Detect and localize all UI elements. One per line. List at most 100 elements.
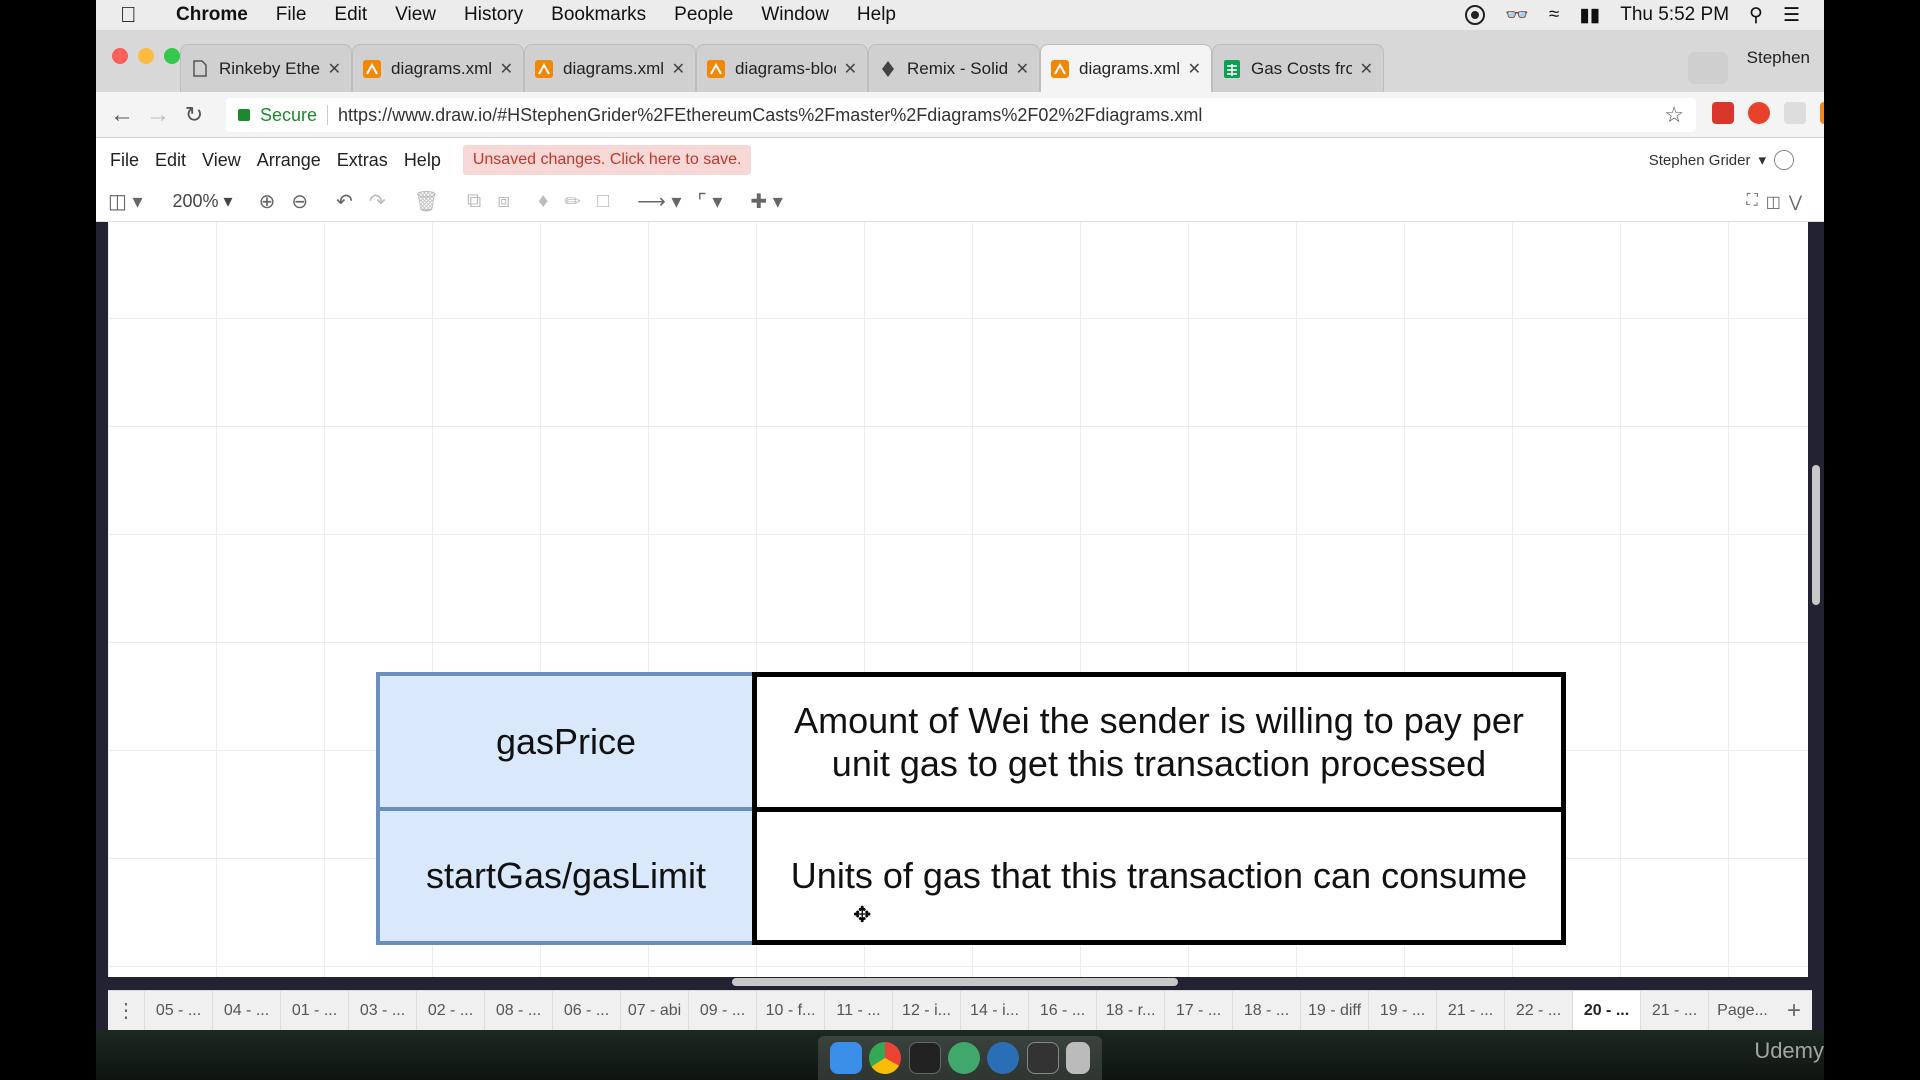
close-window-button[interactable] — [112, 48, 128, 64]
undo-icon[interactable]: ↶ — [336, 189, 353, 214]
page-tab[interactable]: 03 - ... — [348, 990, 416, 1031]
folder-icon[interactable] — [1026, 1042, 1059, 1074]
browser-tab[interactable]: diagrams.xml - dr ✕ — [352, 44, 524, 92]
delete-icon[interactable]: 🗑 — [414, 189, 439, 214]
shadow-icon[interactable]: □ — [597, 190, 609, 213]
close-tab-icon[interactable]: ✕ — [844, 59, 857, 79]
close-tab-icon[interactable]: ✕ — [500, 59, 513, 79]
terminal-icon[interactable] — [908, 1042, 941, 1074]
gasprice-key-cell[interactable]: gasPrice — [376, 672, 756, 812]
mac-menu-view[interactable]: View — [395, 4, 436, 26]
zoom-out-icon[interactable]: ⊖ — [291, 189, 308, 214]
browser-tab-active[interactable]: diagrams.xml - dr ✕ — [1040, 44, 1212, 92]
globe-icon[interactable] — [1774, 150, 1794, 170]
drawio-menu-help[interactable]: Help — [404, 150, 441, 171]
new-tab-button[interactable] — [1688, 52, 1728, 84]
back-icon[interactable]: ← — [104, 101, 140, 129]
browser-tab[interactable]: Gas Costs from Yo ✕ — [1212, 44, 1384, 92]
unsaved-changes-button[interactable]: Unsaved changes. Click here to save. — [462, 145, 752, 175]
trash-icon[interactable] — [1066, 1042, 1091, 1074]
page-tab[interactable]: 19 - diff — [1300, 990, 1368, 1031]
forward-icon[interactable]: → — [140, 101, 176, 129]
spotlight-icon[interactable]: ⚲ — [1749, 4, 1763, 27]
mac-menu-history[interactable]: History — [464, 4, 523, 26]
close-tab-icon[interactable]: ✕ — [1188, 59, 1201, 79]
drawio-menu-arrange[interactable]: Arrange — [257, 150, 321, 171]
horizontal-scrollbar[interactable] — [732, 978, 1178, 986]
page-tab[interactable]: 05 - ... — [144, 990, 212, 1031]
page-tab[interactable]: 11 - ... — [824, 990, 892, 1031]
page-tab[interactable]: 16 - ... — [1028, 990, 1096, 1031]
zoom-in-icon[interactable]: ⊕ — [259, 189, 276, 214]
page-tab[interactable]: 07 - abi — [620, 990, 688, 1031]
drawio-menu-edit[interactable]: Edit — [155, 150, 186, 171]
page-tab[interactable]: 14 - i... — [960, 990, 1028, 1031]
apple-icon[interactable]:  — [120, 2, 148, 28]
url-text[interactable]: https://www.draw.io/#HStephenGrider%2FEt… — [338, 105, 1202, 126]
fill-color-icon[interactable]: ♦ — [538, 190, 548, 213]
browser-tab[interactable]: Remix - Solidity ID ✕ — [868, 44, 1040, 92]
opera-icon[interactable] — [1748, 102, 1770, 124]
page-tab[interactable]: 04 - ... — [212, 990, 280, 1031]
app-icon[interactable] — [947, 1042, 980, 1074]
page-tab[interactable]: Page... — [1708, 990, 1776, 1031]
mac-menu-edit[interactable]: Edit — [334, 4, 367, 26]
record-icon[interactable] — [1465, 5, 1486, 25]
browser-app-icon[interactable] — [987, 1042, 1020, 1074]
format-panel-icon[interactable]: ◫ ▾ — [108, 189, 143, 214]
pages-menu-icon[interactable]: ⋮ — [108, 998, 144, 1023]
mac-menu-app[interactable]: Chrome — [176, 4, 248, 26]
omnibox[interactable]: Secure https://www.draw.io/#HStephenGrid… — [226, 98, 1696, 132]
page-tab[interactable]: 09 - ... — [688, 990, 756, 1031]
extension-icon[interactable] — [1712, 102, 1734, 124]
startgas-key-cell[interactable]: startGas/gasLimit — [376, 807, 756, 945]
fullscreen-icon[interactable]: ⛶ — [1747, 192, 1758, 212]
mac-menu-people[interactable]: People — [674, 4, 733, 26]
page-tab[interactable]: 17 - ... — [1164, 990, 1232, 1031]
page-tab[interactable]: 08 - ... — [484, 990, 552, 1031]
insert-icon[interactable]: ✚ ▾ — [750, 189, 782, 214]
user-menu[interactable]: Stephen Grider ▾ — [1649, 150, 1794, 170]
page-tab[interactable]: 21 - ... — [1640, 990, 1708, 1031]
page-tab[interactable]: 01 - ... — [280, 990, 348, 1031]
vertical-scrollbar[interactable] — [1812, 465, 1820, 605]
page-tab[interactable]: 20 - ... — [1572, 990, 1640, 1031]
to-front-icon[interactable]: ⧉ — [467, 190, 481, 213]
mac-menu-window[interactable]: Window — [761, 4, 829, 26]
drawio-menu-file[interactable]: File — [110, 150, 139, 171]
finder-icon[interactable] — [829, 1042, 862, 1074]
profile-name[interactable]: Stephen — [1747, 48, 1810, 68]
page-tab[interactable]: 19 - ... — [1368, 990, 1436, 1031]
page-tab[interactable]: 18 - ... — [1232, 990, 1300, 1031]
page-tab[interactable]: 12 - i... — [892, 990, 960, 1031]
zoom-select[interactable]: 200% ▾ — [173, 191, 233, 212]
reload-icon[interactable]: ↻ — [176, 102, 212, 128]
mac-menu-file[interactable]: File — [276, 4, 307, 26]
metamask-icon[interactable] — [1820, 102, 1824, 124]
clock[interactable]: Thu 5:52 PM — [1620, 4, 1729, 26]
css-extension-icon[interactable] — [1784, 102, 1806, 124]
close-tab-icon[interactable]: ✕ — [1360, 59, 1373, 79]
page-tab[interactable]: 21 - ... — [1436, 990, 1504, 1031]
redo-icon[interactable]: ↷ — [369, 189, 386, 214]
line-color-icon[interactable]: ✏ — [564, 189, 581, 214]
diagram-canvas[interactable]: gasPrice Amount of Wei the sender is wil… — [108, 222, 1808, 977]
page-tab[interactable]: 06 - ... — [552, 990, 620, 1031]
chrome-icon[interactable] — [869, 1042, 902, 1074]
browser-tab[interactable]: Rinkeby Ether Fau ✕ — [180, 44, 352, 92]
page-tab[interactable]: 02 - ... — [416, 990, 484, 1031]
zoom-window-button[interactable] — [164, 48, 180, 64]
mac-menu-bookmarks[interactable]: Bookmarks — [551, 4, 646, 26]
collapse-icon[interactable]: ⋁ — [1789, 192, 1802, 212]
glasses-icon[interactable]: 👓 — [1505, 3, 1529, 27]
format-panel-toggle-icon[interactable]: ◫ — [1766, 192, 1781, 212]
close-tab-icon[interactable]: ✕ — [328, 59, 341, 79]
browser-tab[interactable]: diagrams.xml - dr ✕ — [524, 44, 696, 92]
waypoints-icon[interactable]: ⌜ ▾ — [697, 189, 722, 214]
browser-tab[interactable]: diagrams-blockch ✕ — [696, 44, 868, 92]
page-tab[interactable]: 22 - ... — [1504, 990, 1572, 1031]
startgas-value-cell[interactable]: Units of gas that this transaction can c… — [752, 807, 1566, 945]
mac-menu-help[interactable]: Help — [857, 4, 896, 26]
notification-center-icon[interactable]: ☰ — [1783, 4, 1800, 27]
wifi-icon[interactable]: ≈ — [1549, 4, 1559, 26]
